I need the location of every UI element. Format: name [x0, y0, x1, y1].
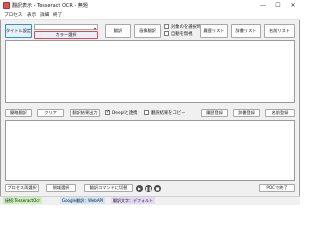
copy-checkbox[interactable] — [144, 110, 149, 115]
translate-button[interactable]: 翻訳 — [105, 24, 131, 38]
ignore-checkbox[interactable] — [164, 31, 169, 36]
source-text-area[interactable] — [5, 40, 295, 103]
switch-command-button[interactable]: 翻訳コマンドに切替 — [84, 184, 133, 192]
status-mode: 翻訳文字：デフォルト — [111, 197, 155, 204]
history-list-button[interactable]: 履歴リスト — [200, 24, 228, 38]
history-register-button[interactable]: 履歴登録 — [201, 109, 228, 117]
process-reselect-button[interactable]: プロセス再選択 — [5, 184, 39, 192]
ignore-label: 自動を無視 — [171, 32, 193, 37]
close-button[interactable]: ✕ — [286, 0, 300, 11]
minimize-button[interactable]: — — [256, 0, 270, 11]
name-register-button[interactable]: 名前登録 — [265, 109, 295, 117]
maximize-button[interactable]: ☐ — [271, 0, 285, 11]
menu-process[interactable]: プロセス — [4, 12, 22, 18]
deepl-checkbox[interactable] — [105, 109, 110, 115]
deepl-label: Deeplと連携 — [112, 111, 138, 116]
dictionary-list-button[interactable]: 辞書リスト — [231, 24, 261, 38]
pause-icon[interactable]: ❚❚ — [145, 184, 152, 192]
output-button[interactable]: 翻訳結果出力 — [70, 109, 100, 117]
clear-button[interactable]: クリア — [37, 109, 64, 117]
poc-quit-button[interactable]: POCで終了 — [259, 184, 295, 192]
play-icon[interactable]: ▶ — [136, 184, 143, 192]
menu-view[interactable]: 表示 — [27, 12, 36, 18]
image-translate-button[interactable]: 画像翻訳 — [134, 24, 161, 38]
auto-select-checkbox[interactable] — [164, 24, 169, 29]
auto-select-label: 対象のを選択時 — [171, 25, 202, 30]
window-title: 翻訳表示 - Tesseract OCR - 無題 — [12, 3, 88, 9]
target-select-combo[interactable]: ▾ — [34, 24, 98, 31]
shortcut-translate-button[interactable]: 簡略翻訳 — [5, 109, 32, 117]
stop-icon[interactable]: ■ — [154, 184, 161, 192]
status-ocr: 接続:TesseractOcr — [3, 197, 43, 204]
status-translator: Google翻訳：WebAPI — [60, 197, 106, 204]
dictionary-register-button[interactable]: 辞書登録 — [233, 109, 260, 117]
result-text-area[interactable] — [5, 120, 295, 181]
menu-details[interactable]: 詳細 — [40, 12, 49, 18]
app-icon — [3, 2, 10, 9]
copy-label: 翻訳結果をコピー — [151, 111, 186, 116]
title-setting-button[interactable]: タイトル設定 — [5, 24, 32, 38]
menu-quit[interactable]: 終了 — [53, 12, 62, 18]
target-capture-button[interactable]: 領域選択 — [46, 184, 76, 192]
color-select-button[interactable]: カラー選択 — [34, 31, 98, 39]
name-list-button[interactable]: 名前リスト — [264, 24, 295, 38]
